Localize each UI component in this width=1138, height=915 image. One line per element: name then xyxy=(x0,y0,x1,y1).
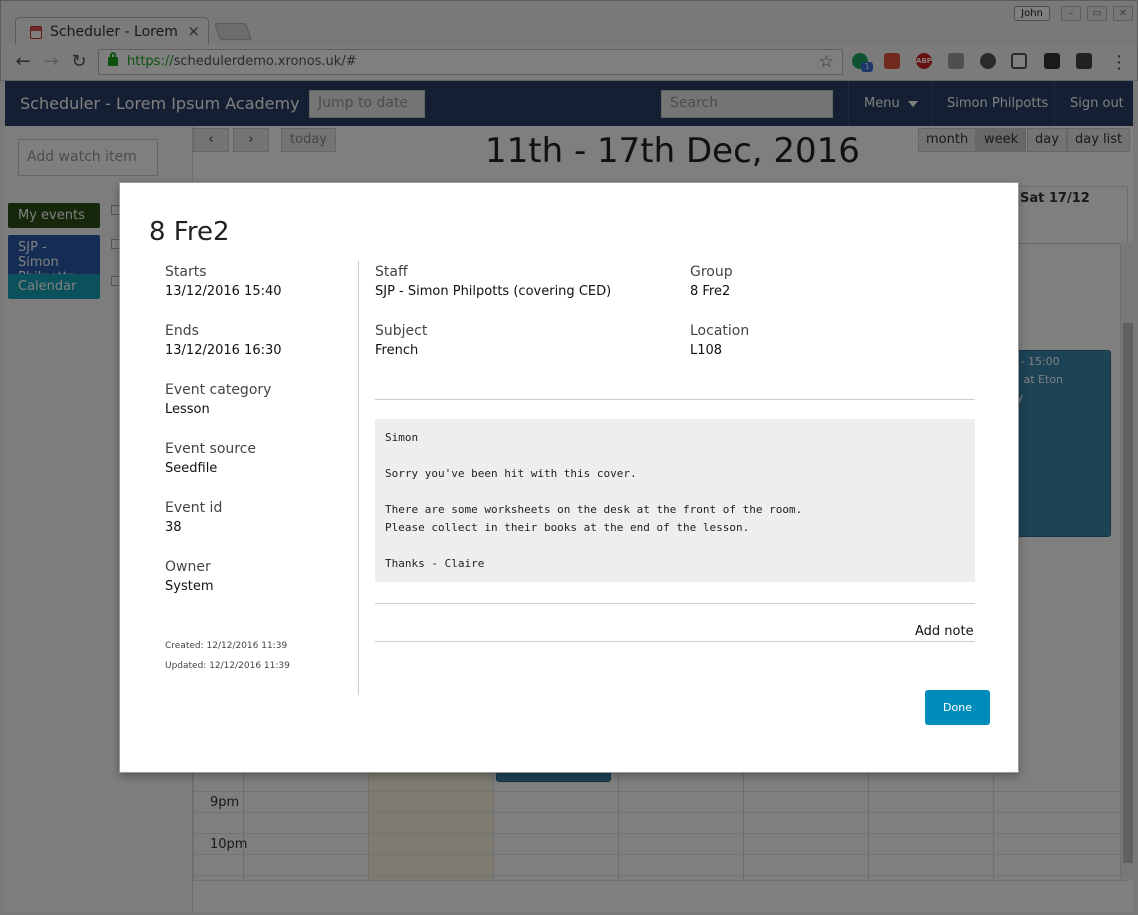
modal-title: 8 Fre2 xyxy=(149,217,230,247)
column-divider xyxy=(358,261,359,695)
group-value: 8 Fre2 xyxy=(690,284,731,299)
divider xyxy=(375,603,975,604)
group-label: Group xyxy=(690,264,733,280)
event-source-label: Event source xyxy=(165,441,257,457)
event-category-value: Lesson xyxy=(165,402,210,417)
event-id-value: 38 xyxy=(165,520,182,535)
location-label: Location xyxy=(690,323,750,339)
event-note: Simon Sorry you've been hit with this co… xyxy=(375,419,975,582)
divider xyxy=(375,399,975,400)
ends-value: 13/12/2016 16:30 xyxy=(165,343,282,358)
staff-value: SJP - Simon Philpotts (covering CED) xyxy=(375,284,612,299)
owner-value: System xyxy=(165,579,214,594)
created-timestamp: Created: 12/12/2016 11:39 xyxy=(165,641,288,651)
location-value: L108 xyxy=(690,343,723,358)
event-source-value: Seedfile xyxy=(165,461,218,476)
ends-label: Ends xyxy=(165,323,199,339)
staff-label: Staff xyxy=(375,264,408,280)
done-button[interactable]: Done xyxy=(925,690,990,725)
event-id-label: Event id xyxy=(165,500,223,516)
updated-timestamp: Updated: 12/12/2016 11:39 xyxy=(165,661,290,671)
owner-label: Owner xyxy=(165,559,211,575)
starts-value: 13/12/2016 15:40 xyxy=(165,284,282,299)
event-details-modal: 8 Fre2 Starts 13/12/2016 15:40 Ends 13/1… xyxy=(119,182,1019,773)
subject-value: French xyxy=(375,343,419,358)
starts-label: Starts xyxy=(165,264,207,280)
event-category-label: Event category xyxy=(165,382,272,398)
add-note-underline xyxy=(375,641,975,642)
subject-label: Subject xyxy=(375,323,428,339)
covering-staff-code[interactable]: CED xyxy=(579,284,606,299)
add-note-link[interactable]: Add note xyxy=(915,624,974,639)
